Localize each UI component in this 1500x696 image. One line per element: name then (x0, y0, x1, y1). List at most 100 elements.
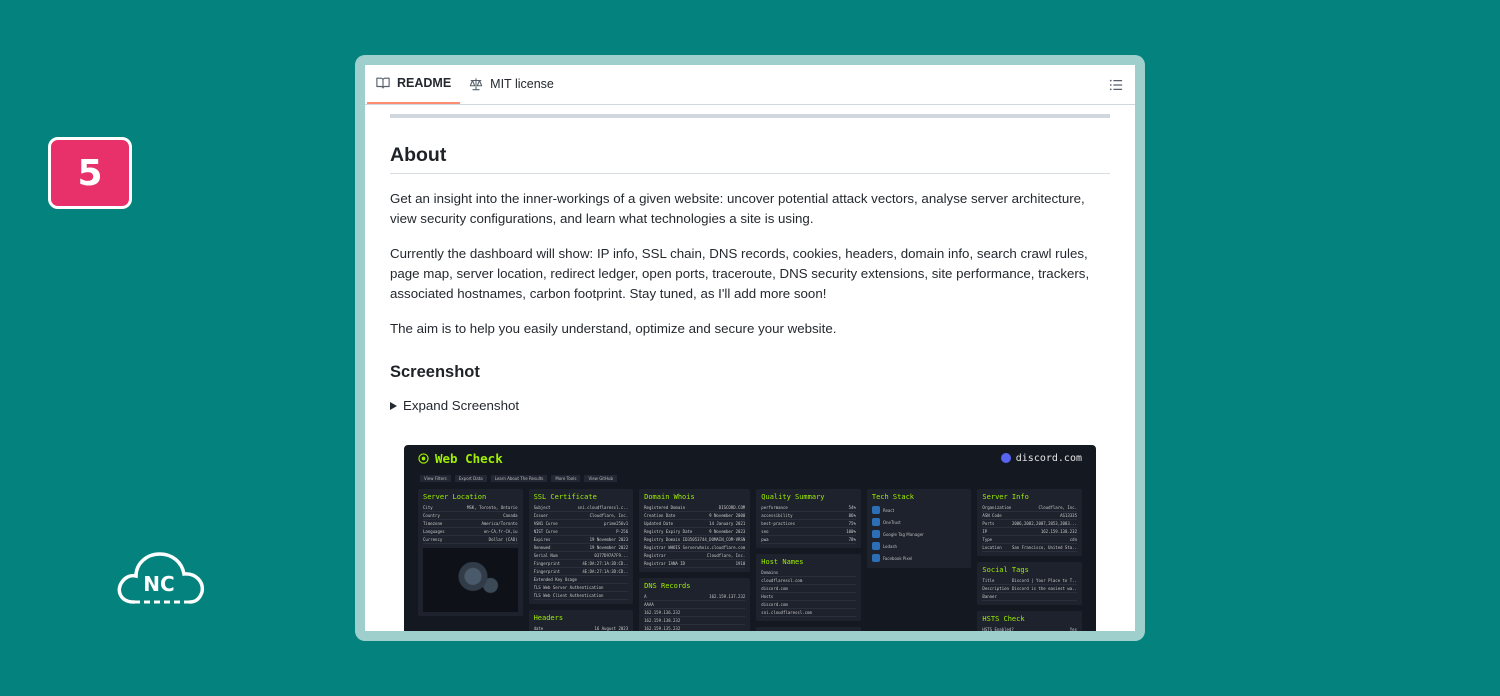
card-server-info: Server Info Organization Cloudflare, Inc. A… (977, 489, 1082, 556)
about-heading: About (390, 144, 1110, 174)
tech-logo-icon (871, 518, 880, 526)
about-paragraph: Get an insight into the inner-workings o… (390, 191, 1085, 226)
card-row: Ports 2086,2082,2087,2053,2083... (982, 521, 1077, 528)
tab-readme[interactable]: README (367, 65, 461, 104)
card-whois: Domain Whois Registered Domain DISCORD.COM… (639, 489, 751, 572)
book-icon (376, 77, 390, 89)
card-row: performance 54% (761, 505, 856, 512)
card-tech: Tech Stack React OneTrust Google Tag Manage… (866, 489, 972, 568)
card-title: SSL Certificate (533, 493, 597, 501)
disclosure-triangle-icon (390, 401, 397, 410)
screenshot-column: Server Location City MSK, Toronto, Ontario… (418, 489, 523, 631)
card-row: Serial Num 0377D97A7F9... (533, 553, 629, 560)
card-title: Server Location (423, 493, 487, 501)
cloud-logo-icon: NC (117, 552, 205, 604)
card-row: Expires 19 November 2023 (533, 537, 629, 544)
top-divider (390, 114, 1110, 118)
screenshot-nav: View Filters Export Data Learn About The… (404, 471, 1096, 485)
card-ssl: SSL Certificate Subject sni.cloudflaressl.… (528, 489, 634, 604)
discord-logo-icon (1000, 453, 1011, 463)
card-row: TLS Web Client Authentication (533, 592, 629, 600)
screenshot-heading: Screenshot (390, 363, 480, 381)
step-number-badge: 5 (48, 137, 132, 209)
card-row: AAAA (644, 601, 746, 609)
tab-license[interactable]: MIT license (460, 65, 563, 104)
card-row: Creation Date 9 November 2000 (644, 513, 746, 520)
tech-item: Lodash (871, 540, 967, 552)
card-headers: Headersdate16 August 2023content-typetex… (528, 610, 634, 631)
card-row: HSTS Enabled? Yes (982, 626, 1077, 631)
card-hsts: HSTS CheckHSTS Enabled?Yesmax-age3153600… (977, 611, 1082, 631)
readme-tabs: README MIT license (365, 65, 1135, 105)
card-row: best-practices 75% (761, 521, 856, 528)
card-row: Fingerprint 4E:DA:27:1A:3D:CD.. (533, 561, 629, 568)
screenshot-title-text: Web Check (435, 450, 503, 466)
card-row: Timezone America/Toronto (423, 521, 518, 528)
card-row: Subject sni.cloudflaressl.c.. (533, 505, 629, 512)
card-row: accessibility 86% (761, 513, 856, 520)
card-title: Quality Summary (761, 493, 825, 501)
screenshot-column: Domain Whois Registered Domain DISCORD.COM… (639, 489, 751, 631)
card-row: Issuer Cloudflare, Inc. (533, 513, 629, 520)
card-title: Server Info (982, 493, 1029, 501)
tech-item: Google Tag Manager (871, 528, 967, 540)
card-row: Renewed 19 November 2022 (533, 545, 629, 552)
screenshot-nav-item: Export Data (454, 474, 487, 482)
tab-license-label: MIT license (490, 77, 554, 91)
outline-list-icon[interactable] (1109, 78, 1123, 92)
card-row: Type cdn (982, 537, 1077, 544)
card-row: Banner (982, 593, 1077, 601)
tech-item: OneTrust (871, 516, 967, 528)
features-paragraph: Currently the dashboard will show: IP in… (390, 246, 1090, 301)
card-row: Registrar IANA ID 1910 (644, 561, 746, 568)
card-row: Hosts (761, 593, 856, 601)
screenshot-header: Web Check discord.com (404, 445, 1096, 471)
tech-logo-icon (871, 530, 880, 538)
card-row: date 16 August 2023 (533, 626, 629, 631)
radar-icon (418, 452, 429, 464)
card-row: Country Canada (423, 513, 518, 520)
card-row: 162.159.135.232 (644, 625, 745, 631)
card-row: Description Discord is the easiest wa.. (982, 586, 1077, 593)
expand-screenshot-toggle[interactable]: Expand Screenshot (390, 398, 1110, 413)
card-server-location: Server Location City MSK, Toronto, Ontario… (418, 489, 523, 616)
card-row: NIST Curve P-256 (533, 529, 629, 536)
card-row: Registrar WHOIS Server whois.cloudflare.c… (644, 545, 746, 552)
screenshot-nav-item: View Filters (420, 474, 451, 482)
screenshot-column: Quality Summary performance 54% accessibili… (756, 489, 861, 631)
card-row: 162.159.138.232 (644, 617, 746, 625)
expand-screenshot-label: Expand Screenshot (403, 398, 520, 413)
card-row: seo 100% (761, 529, 856, 536)
screenshot-nav-item: View GitHub (584, 474, 618, 482)
tech-item: Facebook Pixel (871, 552, 967, 564)
card-row: cloudflaressl.com (761, 577, 856, 585)
card-dns: DNS Records A 162.159.137.232 AAAA 162.159.1… (639, 578, 751, 631)
readme-window: README MIT license About Get an insight … (365, 65, 1135, 631)
readme-content: About Get an insight into the inner-work… (390, 105, 1110, 413)
card-row: sni.cloudflaressl.com (761, 609, 856, 617)
card-row: Currency Dollar (CAD) (423, 537, 518, 544)
card-row: TLS Web Server Authentication (533, 584, 629, 592)
card-quality: Quality Summary performance 54% accessibili… (756, 489, 861, 548)
card-row: 162.159.136.232 (644, 609, 746, 617)
card-row: Extended Key Usage (533, 576, 629, 584)
card-firewall: FirewallFirewallYes (756, 627, 861, 631)
screenshot-site-text: discord.com (1015, 452, 1082, 464)
card-title: Domain Whois (644, 493, 695, 501)
card-title: Tech Stack (871, 493, 915, 501)
scale-icon (469, 78, 483, 91)
card-row: discord.com (761, 585, 856, 593)
screenshot-nav-item: More Tools (551, 474, 581, 482)
card-row: Location San Francisco, United Sta.. (982, 545, 1077, 552)
card-row: Registrar Cloudflare, Inc. (644, 553, 746, 560)
card-row: City MSK, Toronto, Ontario (423, 505, 518, 512)
step-number: 5 (77, 152, 103, 194)
tech-logo-icon (871, 554, 880, 562)
screenshot-column: SSL Certificate Subject sni.cloudflaressl.… (528, 489, 634, 631)
card-title: Headers (533, 614, 564, 622)
tech-logo-icon (871, 506, 880, 514)
card-row: Domains (761, 569, 856, 577)
card-title: Social Tags (982, 566, 1029, 574)
world-map (423, 548, 518, 612)
card-row: Registry Expiry Date 9 November 2023 (644, 529, 746, 536)
